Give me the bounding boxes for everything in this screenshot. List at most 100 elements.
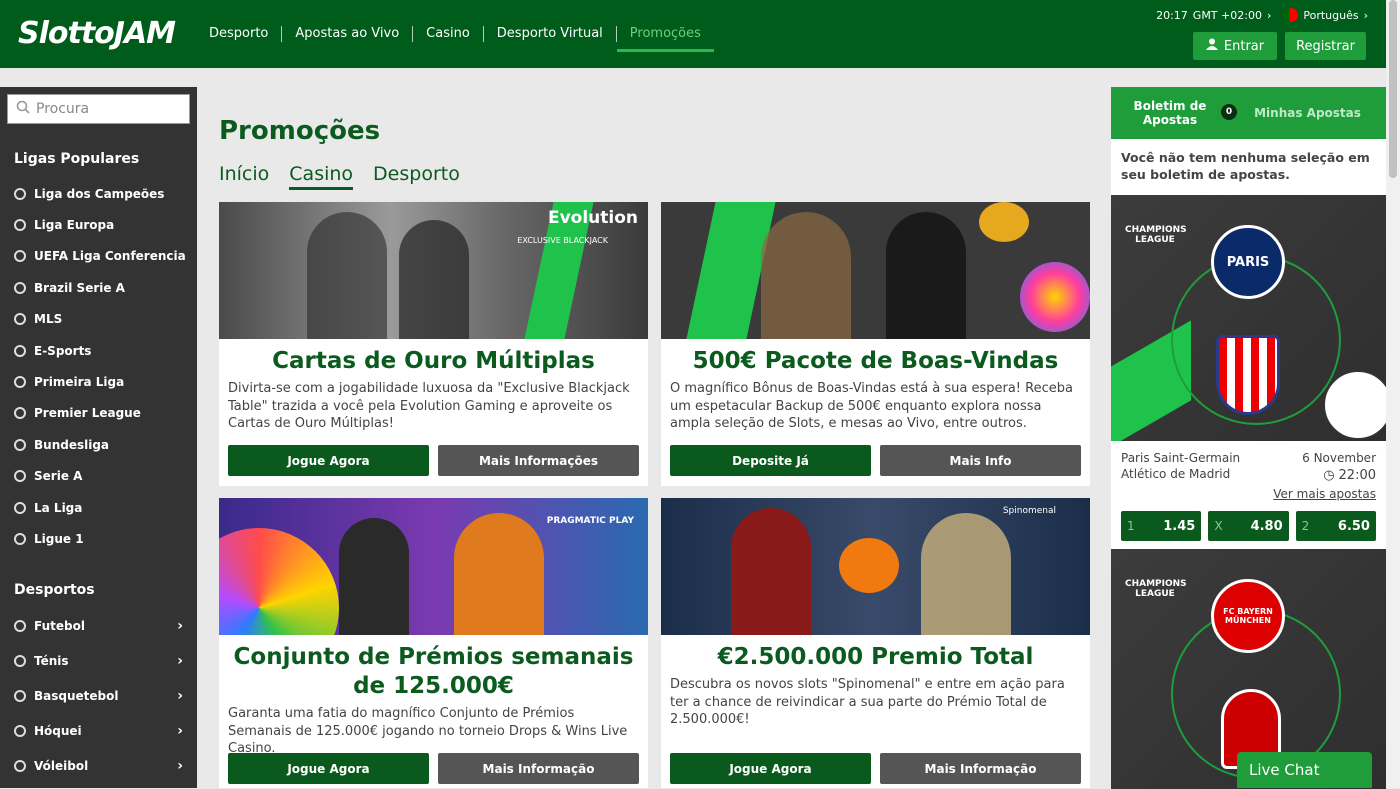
sidebar-item-label: Liga Europa: [34, 218, 115, 232]
promo-title: Cartas de Ouro Múltiplas: [272, 348, 595, 374]
chevron-right-icon: ›: [177, 618, 183, 634]
psg-badge: PARIS: [1211, 225, 1285, 299]
match-banner[interactable]: CHAMPIONS LEAGUE PARIS: [1111, 195, 1386, 441]
basketball-icon: [14, 690, 26, 702]
odds-button-x[interactable]: X 4.80: [1208, 511, 1289, 541]
pumpkin-icon: [839, 538, 899, 593]
betslip-count-badge: 0: [1221, 104, 1237, 120]
match-time: 22:00: [1338, 468, 1376, 483]
nav-apostas-ao-vivo[interactable]: Apostas ao Vivo: [282, 26, 414, 42]
page-title: Promoções: [219, 116, 381, 146]
nav-promocoes[interactable]: Promoções: [616, 16, 714, 52]
sidebar-item-label: Ténis: [34, 654, 69, 668]
more-info-button[interactable]: Mais Informações: [438, 445, 639, 476]
soccer-ball-icon: [14, 282, 26, 294]
chevron-right-icon: ›: [1363, 8, 1368, 22]
odds-button-2[interactable]: 2 6.50: [1295, 511, 1376, 541]
sidebar-item-esports[interactable]: E-Sports: [14, 341, 189, 361]
register-button[interactable]: Registrar: [1285, 32, 1366, 60]
trophy-icon: [14, 188, 26, 200]
promo-description: Garanta uma fatia do magnífico Conjunto …: [228, 706, 628, 756]
sidebar-item-serie-a[interactable]: Serie A: [14, 466, 189, 486]
sidebar-item-futebol[interactable]: Futebol ›: [14, 616, 189, 636]
tab-my-bets[interactable]: Minhas Apostas: [1229, 87, 1386, 139]
sidebar-item-tenis[interactable]: Ténis ›: [14, 651, 189, 671]
betslip-empty-message: Você não tem nenhuma seleção em seu bole…: [1121, 150, 1370, 182]
sidebar-item-label: Bundesliga: [34, 438, 110, 452]
promo-description: Descubra os novos slots "Spinomenal" e e…: [670, 677, 1065, 727]
language-selector[interactable]: Português: [1303, 9, 1358, 22]
nav-desporto-virtual[interactable]: Desporto Virtual: [484, 26, 617, 42]
more-info-button[interactable]: Mais Informação: [880, 753, 1081, 784]
soccer-ball-icon: [14, 376, 26, 388]
portugal-flag-icon: [1284, 8, 1299, 22]
login-button[interactable]: Entrar: [1193, 32, 1277, 60]
sidebar-item-mls[interactable]: MLS: [14, 309, 189, 329]
play-now-button[interactable]: Jogue Agora: [228, 445, 429, 476]
betslip-tab-label: Boletim de Apostas: [1133, 99, 1207, 127]
nav-casino[interactable]: Casino: [413, 26, 484, 42]
scrollbar[interactable]: [1386, 0, 1400, 788]
sidebar-item-premier-league[interactable]: Premier League: [14, 403, 189, 423]
sidebar-item-label: Premier League: [34, 406, 141, 420]
sidebar-item-primeira-liga[interactable]: Primeira Liga: [14, 372, 189, 392]
sidebar-item-bundesliga[interactable]: Bundesliga: [14, 435, 189, 455]
sidebar-item-liga-europa[interactable]: Liga Europa: [14, 215, 189, 235]
login-label: Entrar: [1223, 38, 1265, 54]
nav-desporto[interactable]: Desporto: [196, 26, 283, 42]
more-info-button[interactable]: Mais Informação: [438, 753, 639, 784]
promo-tabs: Início Casino Desporto: [219, 163, 460, 190]
sports-heading: Desportos: [14, 582, 95, 598]
dealer-figure: [399, 220, 469, 339]
spinomenal-logo: Spinomenal: [1002, 506, 1056, 516]
sidebar-item-hoquei[interactable]: Hóquei ›: [14, 721, 189, 741]
more-bets-link[interactable]: Ver mais apostas: [1273, 487, 1376, 501]
fairy-figure: [921, 513, 1011, 635]
volleyball-icon: [14, 760, 26, 772]
tab-betslip[interactable]: Boletim de Apostas 0: [1111, 87, 1237, 139]
pragmatic-play-logo: PRAGMATIC PLAY: [546, 516, 634, 526]
champions-league-logo: CHAMPIONS LEAGUE: [1125, 579, 1187, 599]
evolution-logo: Evolution: [547, 208, 638, 228]
football-icon: [1323, 370, 1386, 440]
logo[interactable]: SlottoJAM: [18, 16, 176, 51]
tab-inicio[interactable]: Início: [219, 163, 269, 190]
sidebar-item-label: E-Sports: [34, 344, 92, 358]
search-placeholder: Procura: [36, 101, 90, 117]
timezone-selector[interactable]: GMT +02:00: [1193, 9, 1262, 22]
sidebar-item-basquetebol[interactable]: Basquetebol ›: [14, 686, 189, 706]
live-chat-button[interactable]: Live Chat: [1237, 752, 1372, 788]
host-figure: [339, 518, 409, 635]
promo-description: O magnífico Bônus de Boas-Vindas está à …: [670, 381, 1073, 431]
odds-button-1[interactable]: 1 1.45: [1121, 511, 1202, 541]
promo-title: 500€ Pacote de Boas-Vindas: [692, 348, 1059, 374]
sidebar-item-label: Brazil Serie A: [34, 281, 125, 295]
play-now-button[interactable]: Jogue Agora: [670, 753, 871, 784]
sidebar-item-brazil-serie-a[interactable]: Brazil Serie A: [14, 278, 189, 298]
deposit-now-button[interactable]: Deposite Já: [670, 445, 871, 476]
promo-title: €2.500.000 Premio Total: [717, 644, 1034, 670]
promo-image: Evolution EXCLUSIVE BLACKJACK: [219, 202, 648, 339]
scrollbar-thumb[interactable]: [1389, 0, 1397, 178]
tab-desporto[interactable]: Desporto: [373, 163, 460, 190]
promo-description: Divirta-se com a jogabilidade luxuosa da…: [228, 381, 630, 431]
hockey-icon: [14, 725, 26, 737]
dealer-figure: [307, 212, 387, 339]
sidebar-item-label: Futebol: [34, 619, 85, 633]
sidebar-item-liga-dos-campeoes[interactable]: Liga dos Campeões: [14, 184, 189, 204]
tab-casino[interactable]: Casino: [289, 163, 354, 190]
search-input[interactable]: Procura: [7, 94, 190, 124]
bundesliga-icon: [14, 439, 26, 451]
match-date: 6 November: [1302, 451, 1376, 465]
play-now-button[interactable]: Jogue Agora: [228, 753, 429, 784]
user-icon: [1205, 38, 1218, 54]
champions-league-logo: CHAMPIONS LEAGUE: [1125, 225, 1187, 245]
sidebar-item-la-liga[interactable]: La Liga: [14, 498, 189, 518]
sidebar-item-uefa-conferencia[interactable]: UEFA Liga Conferencia: [14, 246, 189, 266]
more-info-button[interactable]: Mais Info: [880, 445, 1081, 476]
sidebar-item-voleibol[interactable]: Vóleibol ›: [14, 756, 189, 776]
promo-card: Evolution EXCLUSIVE BLACKJACK Cartas de …: [219, 202, 648, 486]
sidebar-item-ligue-1[interactable]: Ligue 1: [14, 529, 189, 549]
popular-leagues-heading: Ligas Populares: [14, 151, 140, 167]
sidebar-item-label: Hóquei: [34, 724, 82, 738]
